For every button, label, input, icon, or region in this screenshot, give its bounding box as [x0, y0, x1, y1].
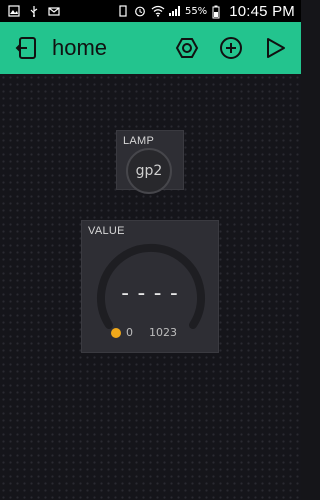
add-icon[interactable] — [219, 36, 243, 60]
lamp-pin-label: gp2 — [135, 163, 163, 179]
clock: 10:45 PM — [229, 2, 295, 20]
lamp-label: LAMP — [123, 135, 155, 147]
mail-icon — [48, 5, 60, 17]
wifi-icon — [151, 5, 165, 17]
play-icon[interactable] — [263, 36, 287, 60]
back-icon[interactable] — [14, 35, 40, 61]
usb-icon — [28, 5, 40, 17]
settings-hex-icon[interactable] — [175, 36, 199, 60]
gauge-value: ---- — [118, 281, 184, 306]
value-widget[interactable]: VALUE ---- 0 1023 — [81, 220, 219, 353]
vibrate-icon — [117, 5, 129, 17]
gauge-min: 0 — [126, 326, 133, 339]
gauge-max: 1023 — [149, 326, 177, 339]
gauge-indicator-dot — [111, 328, 121, 338]
image-icon — [8, 5, 20, 17]
battery-percent: 55% — [184, 5, 208, 17]
signal-icon — [168, 5, 180, 17]
app-bar: home — [0, 22, 301, 74]
alarm-icon — [134, 5, 146, 17]
gauge: ---- 0 1023 — [82, 221, 220, 354]
lamp-widget[interactable]: LAMP gp2 — [116, 130, 184, 194]
app-bar-actions — [175, 36, 287, 60]
battery-icon — [212, 5, 224, 19]
status-bar: 55% 10:45 PM — [0, 0, 301, 22]
page-title: home — [52, 35, 108, 60]
lamp-button[interactable]: gp2 — [126, 148, 172, 194]
